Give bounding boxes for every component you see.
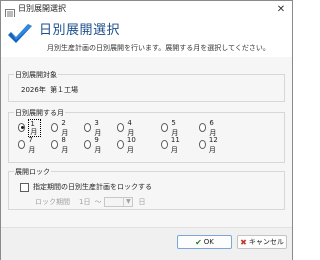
month-radio-9[interactable]: 9月 (84, 136, 103, 154)
month-group: 日別展開する月 1月 2月 3月 4月 5月 6月 7月 8月 9月 10月 1… (8, 108, 285, 163)
check-icon: ✔ (195, 237, 202, 247)
lock-group-legend: 展開ロック (14, 167, 51, 177)
month-radio-2[interactable]: 2月 (51, 119, 70, 137)
target-group: 日別展開対象 2026年 第１工場 (8, 70, 285, 102)
month-group-legend: 日別展開する月 (14, 108, 65, 118)
checkmark-icon (7, 23, 33, 45)
cancel-button-label: キャンセル (248, 238, 284, 246)
lock-end-day-select[interactable]: ▼ (104, 197, 134, 207)
radio-circle[interactable] (199, 123, 207, 132)
target-value: 2026年 第１工場 (21, 85, 78, 95)
chevron-down-icon[interactable]: ▼ (123, 198, 132, 206)
title-bar: 日別展開選択 ✕ (1, 1, 292, 19)
radio-circle[interactable] (161, 140, 168, 149)
lock-group: 展開ロック 指定期間の日別生産計画をロックする ロック期間 1日 ～ ▼ 日 (8, 167, 285, 210)
month-radio-12[interactable]: 12月 (199, 136, 220, 154)
lock-period-from: 1日 (79, 198, 91, 206)
lock-period-tilde: ～ (94, 198, 102, 206)
cross-icon: ✖ (240, 237, 247, 247)
radio-label: 12月 (208, 135, 218, 154)
ok-button-label: OK (203, 238, 214, 246)
month-radio-5[interactable]: 5月 (161, 119, 180, 137)
radio-circle[interactable] (84, 140, 92, 149)
app-checklist-icon (5, 4, 15, 19)
lock-period-label: ロック期間 (35, 198, 70, 206)
radio-circle[interactable] (199, 140, 206, 149)
ok-button[interactable]: ✔ OK (177, 235, 232, 249)
page-title: 日別展開選択 (39, 23, 121, 38)
radio-circle[interactable] (84, 123, 92, 132)
radio-circle[interactable] (117, 140, 124, 149)
radio-label: 11月 (170, 135, 180, 154)
radio-label: 7月 (28, 135, 36, 154)
close-icon[interactable]: ✕ (270, 1, 292, 17)
cancel-button[interactable]: ✖ キャンセル (237, 235, 287, 249)
radio-circle[interactable] (51, 123, 59, 132)
dialog-header: 日別展開選択 月別生産計画の日別展開を行います。展開する月を選択してください。 (1, 17, 292, 57)
target-group-legend: 日別展開対象 (14, 70, 58, 80)
lock-period-day-unit: 日 (138, 198, 146, 206)
month-radio-11[interactable]: 11月 (161, 136, 182, 154)
month-radio-1[interactable]: 1月 (18, 118, 41, 137)
page-description: 月別生産計画の日別展開を行います。展開する月を選択してください。 (47, 44, 270, 52)
dialog-window: 日別展開選択 ✕ 日別展開選択 月別生産計画の日別展開を行います。展開する月を選… (0, 0, 293, 260)
lock-checkbox-label[interactable]: 指定期間の日別生産計画をロックする (33, 182, 152, 192)
radio-label: 10月 (126, 135, 136, 154)
radio-label: 8月 (61, 135, 69, 154)
month-radio-3[interactable]: 3月 (84, 119, 103, 137)
radio-circle[interactable] (51, 140, 59, 149)
month-radio-8[interactable]: 8月 (51, 136, 70, 154)
radio-circle[interactable] (18, 123, 26, 132)
month-radio-10[interactable]: 10月 (117, 136, 138, 154)
lock-checkbox[interactable] (20, 182, 29, 192)
month-radio-6[interactable]: 6月 (199, 119, 218, 137)
target-year: 2026年 (21, 86, 46, 94)
lock-checkbox-row[interactable]: 指定期間の日別生産計画をロックする (20, 182, 152, 192)
month-radio-4[interactable]: 4月 (117, 119, 136, 137)
target-factory: 第１工場 (50, 86, 79, 94)
month-radio-7[interactable]: 7月 (18, 136, 37, 154)
dialog-footer: ✔ OK ✖ キャンセル (1, 227, 292, 260)
radio-circle[interactable] (161, 123, 169, 132)
radio-circle[interactable] (18, 140, 26, 149)
lock-period: ロック期間 1日 ～ ▼ 日 (35, 197, 145, 207)
radio-label: 9月 (94, 135, 102, 154)
window-title: 日別展開選択 (18, 4, 66, 13)
radio-circle[interactable] (117, 123, 125, 132)
